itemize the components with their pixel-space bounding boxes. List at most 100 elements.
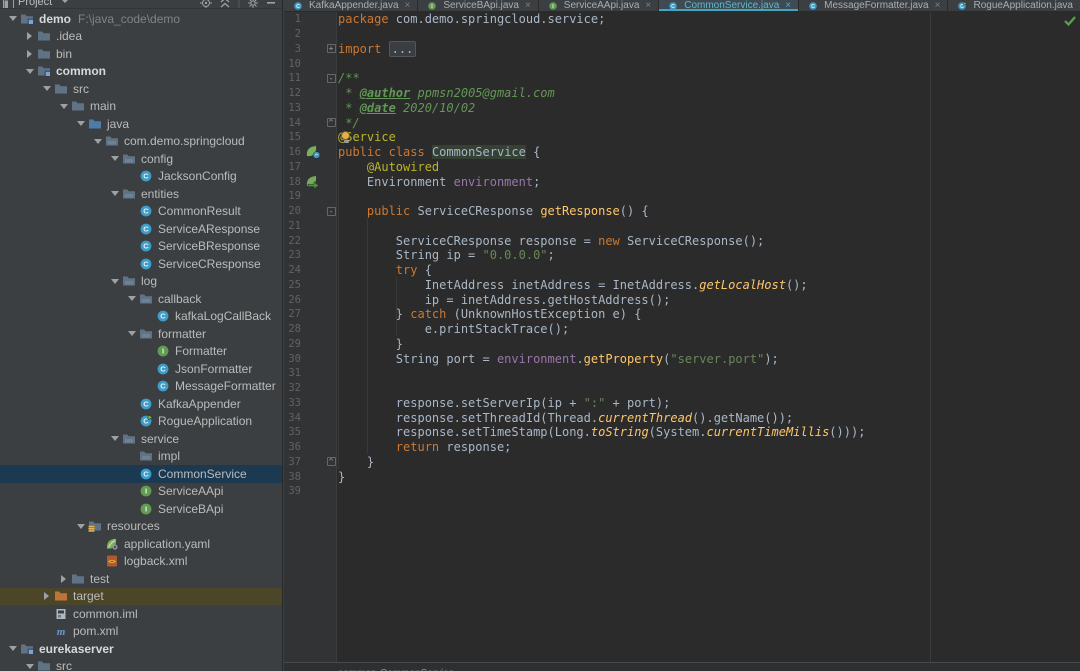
- tree-item-servicecresponse[interactable]: CServiceCResponse: [0, 255, 282, 273]
- settings-icon[interactable]: [247, 0, 259, 9]
- chevron-collapsed-icon[interactable]: [44, 592, 49, 600]
- code-line[interactable]: 13 * @date 2020/10/02: [284, 101, 1080, 116]
- chevron-expanded-icon[interactable]: [111, 191, 119, 196]
- tree-item-callback[interactable]: callback: [0, 290, 282, 308]
- tree-item-com-demo-springcloud[interactable]: com.demo.springcloud: [0, 133, 282, 151]
- tree-item-resources[interactable]: resources: [0, 518, 282, 536]
- tree-item-pom-xml[interactable]: mpom.xml: [0, 623, 282, 641]
- code-line[interactable]: 21: [284, 219, 1080, 234]
- tree-item-servicebresponse[interactable]: CServiceBResponse: [0, 238, 282, 256]
- tree-item-kafkalogcallback[interactable]: CkafkaLogCallBack: [0, 308, 282, 326]
- code-line[interactable]: 20- public ServiceCResponse getResponse(…: [284, 204, 1080, 219]
- tree-item-formatter[interactable]: formatter: [0, 325, 282, 343]
- code-line[interactable]: 12 * @author ppmsn2005@gmail.com: [284, 86, 1080, 101]
- tool-window-icon[interactable]: [3, 0, 14, 9]
- hide-icon[interactable]: [266, 0, 276, 9]
- code-line[interactable]: 26 ip = inetAddress.getHostAddress();: [284, 292, 1080, 307]
- tree-item-commonresult[interactable]: CCommonResult: [0, 203, 282, 221]
- chevron-expanded-icon[interactable]: [94, 139, 102, 144]
- tree-item-eurekaserver[interactable]: eurekaserver: [0, 640, 282, 658]
- code-line[interactable]: 37^ }: [284, 455, 1080, 470]
- fold-marker-plus-icon[interactable]: +: [327, 44, 336, 53]
- chevron-expanded-icon[interactable]: [77, 121, 85, 126]
- code-line[interactable]: 28 e.printStackTrace();: [284, 322, 1080, 337]
- close-icon[interactable]: ×: [935, 1, 941, 11]
- code-line[interactable]: 31: [284, 366, 1080, 381]
- chevron-collapsed-icon[interactable]: [27, 32, 32, 40]
- tree-item-src[interactable]: src: [0, 658, 282, 671]
- chevron-expanded-icon[interactable]: [9, 16, 17, 21]
- code-line[interactable]: 34 response.setThreadId(Thread.currentTh…: [284, 410, 1080, 425]
- chevron-expanded-icon[interactable]: [60, 104, 68, 109]
- chevron-down-icon[interactable]: [62, 0, 68, 6]
- breadcrumbs-bar[interactable]: commonCommonService: [284, 662, 1080, 671]
- code-line[interactable]: 24 try {: [284, 263, 1080, 278]
- tree-item--idea[interactable]: .idea: [0, 28, 282, 46]
- chevron-expanded-icon[interactable]: [111, 279, 119, 284]
- chevron-expanded-icon[interactable]: [128, 331, 136, 336]
- code-editor[interactable]: 1package com.demo.springcloud.service;23…: [284, 12, 1080, 671]
- locate-icon[interactable]: [200, 0, 212, 9]
- chevron-expanded-icon[interactable]: [111, 156, 119, 161]
- tab-servicebapi-java[interactable]: IServiceBApi.java×: [418, 0, 538, 11]
- code-line[interactable]: 32: [284, 381, 1080, 396]
- fold-marker-open-icon[interactable]: -: [327, 207, 336, 216]
- collapse-all-icon[interactable]: [219, 0, 231, 9]
- tree-item-commonservice[interactable]: CCommonService: [0, 465, 282, 483]
- tree-item-demo[interactable]: demoF:\java_code\demo: [0, 10, 282, 28]
- tree-item-formatter[interactable]: IFormatter: [0, 343, 282, 361]
- tree-item-messageformatter[interactable]: CMessageFormatter: [0, 378, 282, 396]
- tree-item-log[interactable]: log: [0, 273, 282, 291]
- tree-item-jsonformatter[interactable]: CJsonFormatter: [0, 360, 282, 378]
- tree-item-common[interactable]: common: [0, 63, 282, 81]
- tree-item-application-yaml[interactable]: application.yaml: [0, 535, 282, 553]
- tab-serviceaapi-java[interactable]: IServiceAApi.java×: [539, 0, 659, 11]
- code-line[interactable]: 10: [284, 56, 1080, 71]
- tree-item-test[interactable]: test: [0, 570, 282, 588]
- fold-marker-end-icon[interactable]: ^: [327, 457, 336, 466]
- chevron-expanded-icon[interactable]: [128, 296, 136, 301]
- code-line[interactable]: 23 String ip = "0.0.0.0";: [284, 248, 1080, 263]
- tree-item-bin[interactable]: bin: [0, 45, 282, 63]
- code-line[interactable]: 25 InetAddress inetAddress = InetAddress…: [284, 278, 1080, 293]
- tree-item-servicebapi[interactable]: IServiceBApi: [0, 500, 282, 518]
- chevron-expanded-icon[interactable]: [26, 664, 34, 669]
- tree-item-config[interactable]: config: [0, 150, 282, 168]
- tree-item-jacksonconfig[interactable]: CJacksonConfig: [0, 168, 282, 186]
- chevron-expanded-icon[interactable]: [9, 646, 17, 651]
- tree-item-target[interactable]: target: [0, 588, 282, 606]
- tree-item-entities[interactable]: entities: [0, 185, 282, 203]
- code-line[interactable]: 35 response.setTimeStamp(Long.toString(S…: [284, 425, 1080, 440]
- code-line[interactable]: 15@Service: [284, 130, 1080, 145]
- spring-bean-icon[interactable]: [305, 145, 321, 159]
- tree-item-logback-xml[interactable]: <>logback.xml: [0, 553, 282, 571]
- tree-item-java[interactable]: java: [0, 115, 282, 133]
- close-icon[interactable]: ×: [645, 1, 651, 11]
- close-icon[interactable]: ×: [405, 1, 411, 11]
- code-line[interactable]: 33 response.setServerIp(ip + ":" + port)…: [284, 396, 1080, 411]
- tab-rogueapplication-java[interactable]: CRogueApplication.java×: [948, 0, 1080, 11]
- tree-item-src[interactable]: src: [0, 80, 282, 98]
- code-line[interactable]: 11-/**: [284, 71, 1080, 86]
- code-line[interactable]: 1package com.demo.springcloud.service;: [284, 12, 1080, 27]
- close-icon[interactable]: ×: [785, 1, 791, 11]
- code-line[interactable]: 36 return response;: [284, 440, 1080, 455]
- code-line[interactable]: 2: [284, 27, 1080, 42]
- code-line[interactable]: 30 String port = environment.getProperty…: [284, 351, 1080, 366]
- tree-item-service[interactable]: service: [0, 430, 282, 448]
- fold-marker-end-icon[interactable]: ^: [327, 118, 336, 127]
- tab-commonservice-java[interactable]: CCommonService.java×: [659, 0, 799, 11]
- code-line[interactable]: 18 Environment environment;: [284, 174, 1080, 189]
- panel-title[interactable]: Project: [18, 0, 52, 8]
- code-line[interactable]: 16public class CommonService {: [284, 145, 1080, 160]
- fold-marker-open-icon[interactable]: -: [327, 74, 336, 83]
- chevron-expanded-icon[interactable]: [77, 524, 85, 529]
- code-line[interactable]: 39: [284, 484, 1080, 499]
- code-line[interactable]: 17 @Autowired: [284, 160, 1080, 175]
- spring-autowired-icon[interactable]: [305, 175, 321, 189]
- code-line[interactable]: 22 ServiceCResponse response = new Servi…: [284, 233, 1080, 248]
- chevron-collapsed-icon[interactable]: [61, 575, 66, 583]
- code-line[interactable]: 38}: [284, 469, 1080, 484]
- code-line[interactable]: 14^ */: [284, 115, 1080, 130]
- inspection-ok-icon[interactable]: [1064, 13, 1076, 31]
